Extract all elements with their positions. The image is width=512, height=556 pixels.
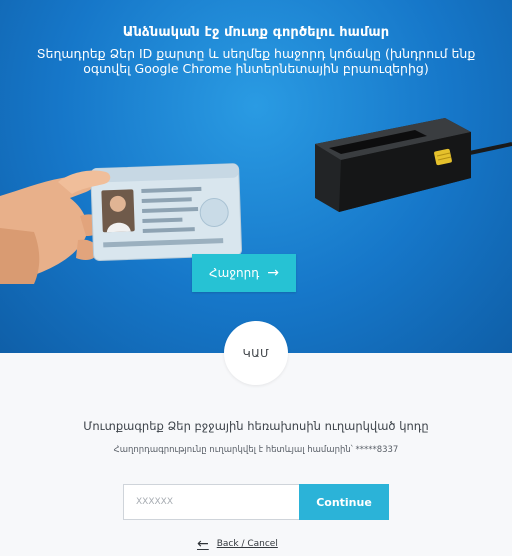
login-page: Անձնական էջ մուտք գործելու համար Տեղադրե… — [0, 0, 512, 556]
back-cancel-link[interactable]: ← Back / Cancel — [197, 537, 278, 551]
next-button[interactable]: Հաջորդ → — [192, 254, 296, 292]
sms-sent-note: Հաղորդագրությունը ուղարկվել է հետևյալ հա… — [113, 445, 399, 455]
arrow-left-icon: ← — [197, 536, 209, 552]
sms-code-form: Continue — [123, 484, 389, 520]
back-cancel-label: Back / Cancel — [216, 539, 278, 549]
continue-button[interactable]: Continue — [299, 484, 389, 520]
arrow-right-icon: → — [267, 265, 279, 281]
card-reader-image — [315, 118, 512, 212]
sms-code-input[interactable] — [123, 484, 299, 520]
next-button-label: Հաջորդ — [209, 266, 260, 280]
or-divider: ԿԱՄ — [224, 321, 288, 385]
hero-title: Անձնական էջ մուտք գործելու համար — [122, 25, 390, 40]
id-card-login-section: Անձնական էջ մուտք գործելու համար Տեղադրե… — [0, 0, 512, 353]
or-label: ԿԱՄ — [242, 346, 270, 360]
sms-code-title: Մուտքագրեք Ձեր բջջային հեռախոսին ուղարկվ… — [83, 419, 429, 433]
hero-subtitle: Տեղադրեք Ձեր ID քարտը և սեղմեք հաջորդ կո… — [36, 46, 476, 76]
